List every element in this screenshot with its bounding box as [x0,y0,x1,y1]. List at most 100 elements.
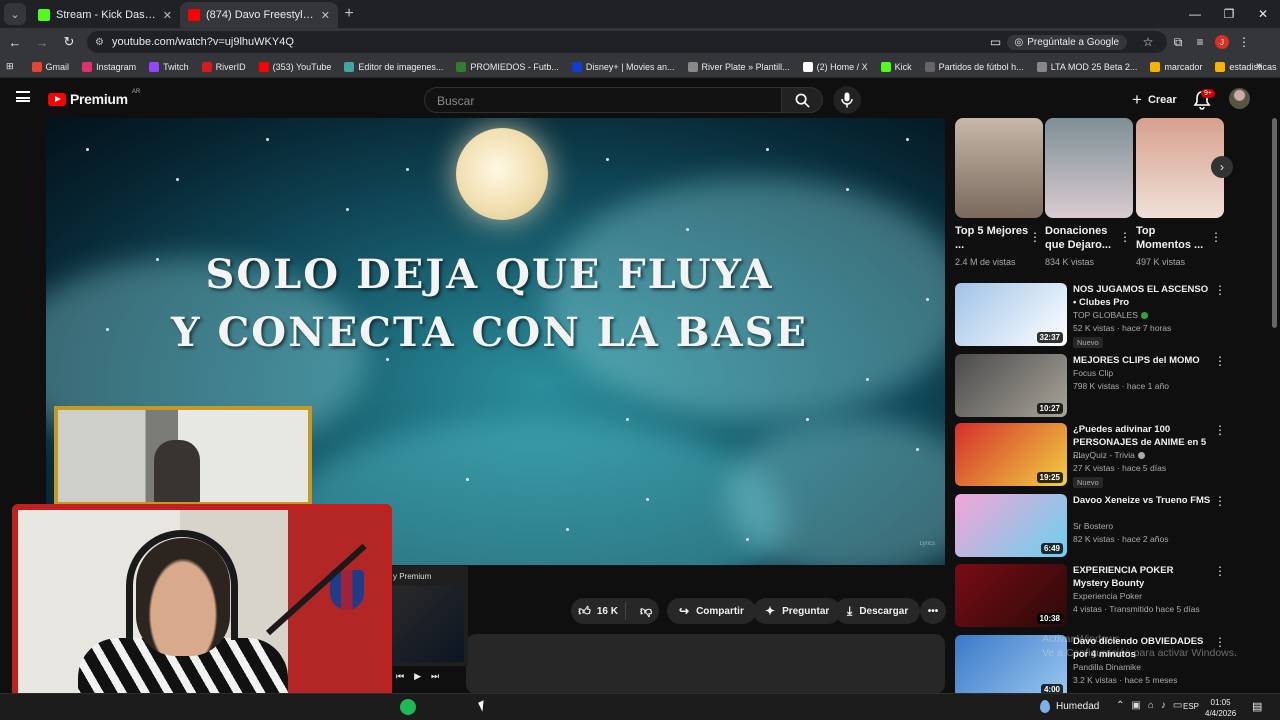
extensions-icon[interactable]: ⧉ [1167,31,1189,53]
short-thumbnail[interactable] [955,118,1043,218]
bookmark-item[interactable]: (353) YouTube [258,61,331,72]
video-channel[interactable]: Experiencia Poker [1073,591,1142,601]
restore-icon[interactable]: ❐ [1212,0,1246,28]
video-channel[interactable]: PlayQuiz - Trivia [1073,450,1145,460]
bookmark-item[interactable]: LTA MOD 25 Beta 2... [1036,61,1137,72]
forward-button[interactable]: → [30,30,54,54]
short-title[interactable]: Top Momentos ... [1136,224,1210,252]
download-button[interactable]: ⤓ Descargar [835,598,921,624]
more-options-icon[interactable]: ⋮ [1214,354,1226,368]
chevron-right-icon[interactable]: › [1211,156,1233,178]
short-item[interactable]: Donaciones que Dejaro... 834 K vistas ⋮ [1045,118,1133,267]
tab-kick-dashboard[interactable]: Stream - Kick Dashboard ✕ [30,2,180,28]
account-avatar[interactable] [1229,88,1250,109]
profile-avatar[interactable]: J [1211,31,1233,53]
hamburger-menu-icon[interactable] [16,91,30,102]
more-options-icon[interactable]: ⋮ [1214,423,1226,437]
video-thumbnail[interactable]: 32:37 [955,283,1067,346]
next-icon[interactable]: ⏭ [431,671,439,682]
more-options-icon[interactable]: ⋮ [1029,230,1041,244]
spotify-icon[interactable] [400,699,416,715]
video-channel[interactable]: Sr Bostero [1073,521,1113,531]
video-title[interactable]: MEJORES CLIPS del MOMO [1073,354,1211,367]
bookmark-item[interactable]: Editor de imagenes... [344,61,443,72]
related-video-item[interactable]: 10:38 EXPERIENCIA POKER Mystery Bounty Exp… [955,564,1255,628]
back-button[interactable]: ← [3,30,27,54]
video-title[interactable]: EXPERIENCIA POKER Mystery Bounty [1073,564,1211,590]
language-indicator[interactable]: ESP [1183,702,1199,711]
more-options-icon[interactable]: ⋮ [1214,564,1226,578]
bookmark-item[interactable]: Twitch [149,61,189,72]
bookmark-item[interactable]: Instagram [82,61,136,72]
reload-button[interactable]: ↻ [57,30,81,54]
create-button[interactable]: + Crear [1124,87,1185,113]
network-icon[interactable]: ⌂ [1148,700,1154,711]
minimize-icon[interactable]: — [1178,0,1212,28]
video-thumbnail[interactable]: 10:27 [955,354,1067,417]
search-button[interactable] [781,87,823,113]
more-options-icon[interactable]: ⋮ [1119,230,1131,244]
bookmark-item[interactable]: estadisticas [1215,61,1276,72]
close-icon[interactable]: ✕ [163,9,172,22]
play-icon[interactable]: ▶ [414,671,421,682]
media-icon[interactable]: ≡ [1189,31,1211,53]
related-video-item[interactable]: 32:37 NOS JUGAMOS EL ASCENSO • Clubes Pro… [955,283,1255,348]
battery-icon[interactable]: ▭ [1173,700,1182,711]
bookmark-item[interactable]: PROMIEDOS - Futb... [456,61,559,72]
search-input[interactable]: Buscar [424,87,782,113]
youtube-logo[interactable]: Premium AR [48,89,140,107]
video-thumbnail[interactable]: 19:25 [955,423,1067,486]
short-title[interactable]: Top 5 Mejores ... [955,224,1029,252]
weather-widget[interactable]: Humedad [1040,700,1099,713]
ask-google-button[interactable]: ◎ Pregúntale a Google [1006,34,1127,50]
clock[interactable]: 01:05 4/4/2026 [1205,697,1236,719]
like-button[interactable]: 👍︎ 16 K [571,602,627,620]
voice-search-button[interactable] [833,86,861,114]
dislike-button[interactable]: 👎︎ [633,604,659,619]
bookmark-item[interactable]: Gmail [31,61,69,72]
new-tab-button[interactable]: + [338,3,360,25]
video-channel[interactable]: Pandilla Dinamike [1073,662,1141,672]
ask-button[interactable]: ✦ Preguntar [753,598,842,624]
video-thumbnail[interactable]: 6:49 [955,494,1067,557]
close-icon[interactable]: ✕ [321,9,330,22]
more-options-icon[interactable]: ⋮ [1214,283,1226,297]
mini-player[interactable]: y Premium [388,566,468,666]
short-title[interactable]: Donaciones que Dejaro... [1045,224,1119,252]
chevron-up-icon[interactable]: ⌃ [1116,700,1124,711]
bookmark-item[interactable]: RiverID [201,61,246,72]
bookmark-item[interactable]: Partidos de fútbol h... [924,61,1024,72]
notifications-icon[interactable]: ▤ [1252,700,1262,713]
previous-icon[interactable]: ⏮ [396,671,404,682]
related-video-item[interactable]: 6:49 Davoo Xeneize vs Trueno FMS Sr Boster… [955,494,1255,558]
more-actions-button[interactable]: ••• [920,598,946,624]
video-channel[interactable]: Focus Clip [1073,368,1113,378]
page-scrollbar[interactable] [1270,118,1278,693]
short-thumbnail[interactable] [1045,118,1133,218]
more-options-icon[interactable]: ⋮ [1210,230,1222,244]
address-bar[interactable]: ⚙ youtube.com/watch?v=uj9lhuWKY4Q ▭ ◎ Pre… [87,31,1167,53]
related-video-item[interactable]: 19:25 ¿Puedes adivinar 100 PERSONAJES de … [955,423,1255,488]
video-title[interactable]: NOS JUGAMOS EL ASCENSO • Clubes Pro [1073,283,1211,309]
close-window-icon[interactable]: ✕ [1246,0,1280,28]
site-info-icon[interactable]: ⚙ [95,37,104,48]
bookmark-item[interactable]: (2) Home / X [802,61,868,72]
bookmark-item[interactable]: Disney+ | Movies an... [571,61,675,72]
description-box[interactable] [466,634,945,694]
tray-app-icon[interactable]: ▣ [1131,700,1140,711]
related-video-item[interactable]: 10:27 MEJORES CLIPS del MOMO Focus Clip 798… [955,354,1255,418]
bookmark-item[interactable]: marcador [1150,61,1202,72]
video-thumbnail[interactable]: 10:38 [955,564,1067,627]
short-item[interactable]: Top 5 Mejores ... 2.4 M de vistas ⋮ [955,118,1043,267]
bookmark-item[interactable]: River Plate » Plantill... [687,61,790,72]
share-button[interactable]: ↪ Compartir [667,598,756,624]
apps-icon[interactable]: ⊞ [6,61,14,72]
volume-icon[interactable]: ♪ [1161,700,1166,711]
tab-youtube[interactable]: (874) Davo Freestyle - YouTube ✕ [180,2,338,28]
tab-search-icon[interactable]: ⌄ [4,3,26,25]
more-options-icon[interactable]: ⋮ [1214,494,1226,508]
bookmark-item[interactable]: Kick [880,61,912,72]
video-title[interactable]: Davoo Xeneize vs Trueno FMS [1073,494,1211,507]
more-bookmarks-icon[interactable]: » [1256,60,1262,72]
cast-icon[interactable]: ▭ [985,31,1007,53]
